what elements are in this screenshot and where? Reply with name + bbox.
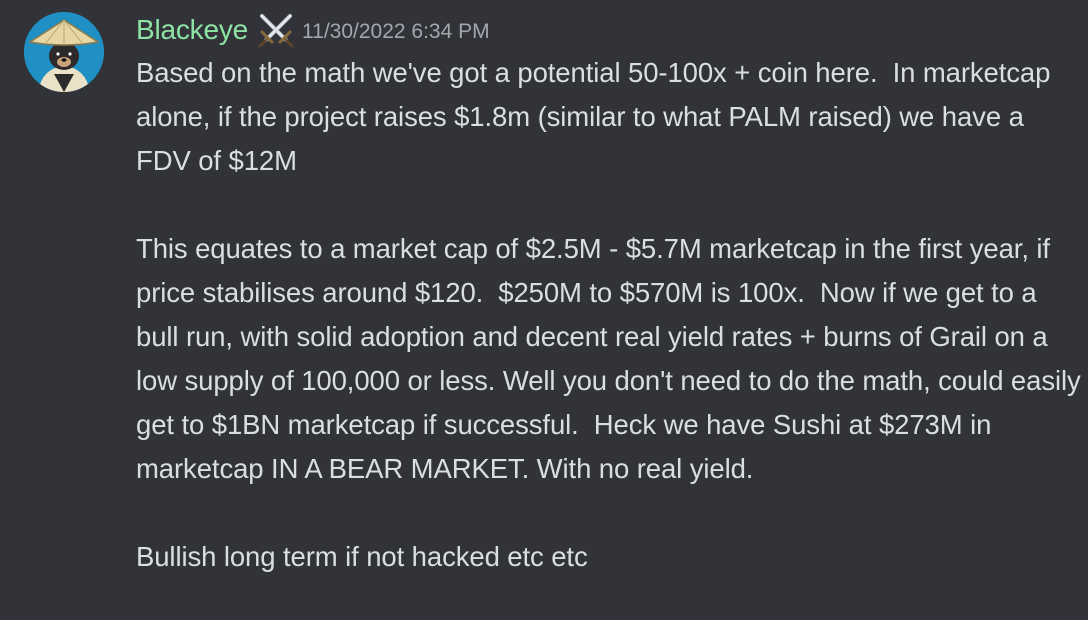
- message-timestamp[interactable]: 11/30/2022 6:34 PM: [302, 20, 490, 44]
- chat-message: Blackeye 11/30/2022 6:34 PM Based on the…: [0, 0, 1088, 620]
- user-avatar[interactable]: [24, 12, 104, 92]
- bear-samurai-icon: [24, 12, 104, 92]
- message-paragraph: Based on the math we've got a potential …: [136, 57, 1058, 176]
- username[interactable]: Blackeye: [136, 14, 248, 46]
- message-paragraph: Bullish long term if not hacked etc etc: [136, 541, 588, 572]
- message-content: Based on the math we've got a potential …: [136, 51, 1081, 579]
- crossed-swords-icon[interactable]: [256, 12, 296, 48]
- message-paragraph: This equates to a market cap of $2.5M - …: [136, 233, 1088, 484]
- message-header: Blackeye 11/30/2022 6:34 PM: [136, 10, 490, 50]
